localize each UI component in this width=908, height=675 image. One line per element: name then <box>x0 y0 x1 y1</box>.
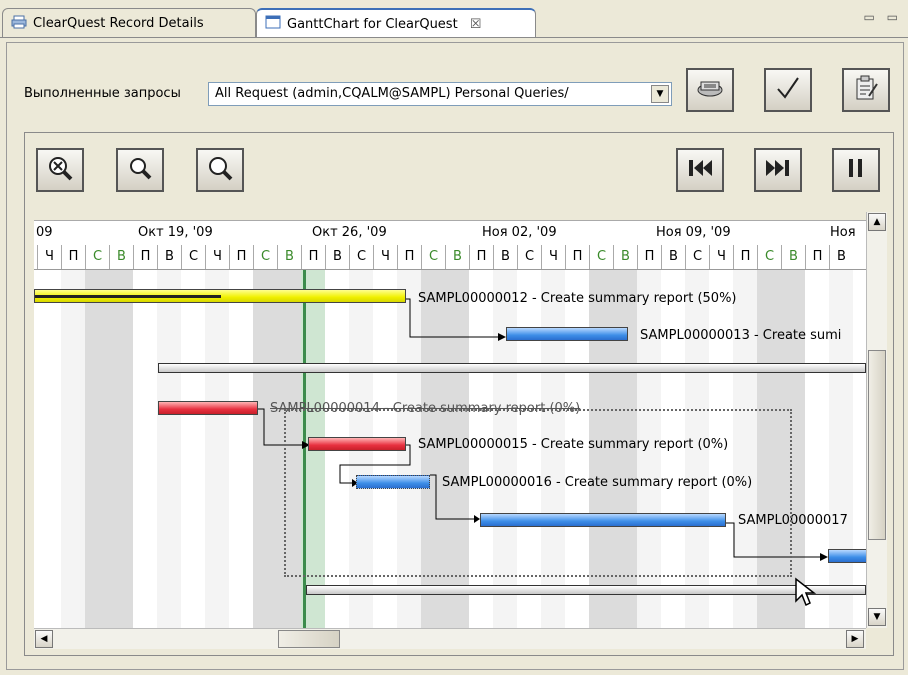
summary-bar[interactable] <box>306 585 866 595</box>
progress-indicator <box>35 295 221 298</box>
scroll-right-icon[interactable]: ▶ <box>846 630 864 648</box>
first-icon <box>686 156 714 184</box>
printer-record-icon <box>11 15 27 33</box>
zoom-out-button[interactable] <box>116 148 164 192</box>
query-label: Выполненные запросы <box>24 86 181 101</box>
minimize-maximize-icon[interactable]: ▭ ▭ <box>864 10 903 24</box>
scroll-down-icon[interactable]: ▼ <box>868 608 886 626</box>
zoom-reset-icon <box>46 154 74 186</box>
vertical-scrollbar[interactable]: ▲ ▼ <box>866 212 887 628</box>
zoom-reset-button[interactable] <box>36 148 84 192</box>
task-bar-next[interactable] <box>828 549 866 563</box>
window-icon <box>265 15 281 33</box>
tab-gantt-chart[interactable]: GanttChart for ClearQuest ☒ <box>256 8 536 38</box>
divider <box>0 37 908 38</box>
apply-button[interactable] <box>764 68 812 112</box>
close-icon[interactable]: ☒ <box>470 17 482 32</box>
last-icon <box>764 156 792 184</box>
task-bar-t12[interactable] <box>34 289 406 303</box>
tab-label: ClearQuest Record Details <box>33 16 204 31</box>
scroll-up-icon[interactable]: ▲ <box>868 213 886 231</box>
task-bar-t14[interactable] <box>158 401 258 415</box>
tab-clearquest-record-details[interactable]: ClearQuest Record Details <box>2 8 256 38</box>
task-label: SAMPL00000013 - Create sumi <box>640 328 842 343</box>
first-button[interactable] <box>676 148 724 192</box>
last-button[interactable] <box>754 148 802 192</box>
chevron-down-icon[interactable]: ▼ <box>651 85 669 103</box>
vertical-scroll-thumb[interactable] <box>868 350 886 540</box>
zoom-in-button[interactable] <box>196 148 244 192</box>
selection-rectangle <box>284 409 792 577</box>
run-query-button[interactable] <box>686 68 734 112</box>
pause-icon <box>844 156 868 184</box>
task-bar-t13[interactable] <box>506 327 628 341</box>
pause-button[interactable] <box>832 148 880 192</box>
query-select-value: All Request (admin,CQALM@SAMPL) Personal… <box>215 86 569 101</box>
tab-label: GanttChart for ClearQuest <box>287 16 458 32</box>
query-select[interactable]: All Request (admin,CQALM@SAMPL) Personal… <box>208 82 672 106</box>
zoom-out-icon <box>126 154 154 186</box>
checkmark-icon <box>774 74 802 106</box>
edit-report-button[interactable] <box>842 68 890 112</box>
zoom-in-icon <box>206 154 234 186</box>
editor-tab-strip: ClearQuest Record Details GanttChart for… <box>0 0 908 42</box>
run-query-icon <box>695 76 725 104</box>
scroll-left-icon[interactable]: ◀ <box>35 630 53 648</box>
mouse-cursor-icon <box>794 577 818 613</box>
horizontal-scroll-thumb[interactable] <box>278 630 340 648</box>
gantt-chart[interactable]: 09 Окт 19, '09 Окт 26, '09 Ноя 02, '09 Н… <box>34 220 866 629</box>
clipboard-edit-icon <box>852 74 880 106</box>
summary-bar[interactable] <box>158 363 866 373</box>
horizontal-scrollbar[interactable]: ◀ ▶ <box>34 628 866 649</box>
task-label: SAMPL00000012 - Create summary report (5… <box>418 291 737 306</box>
